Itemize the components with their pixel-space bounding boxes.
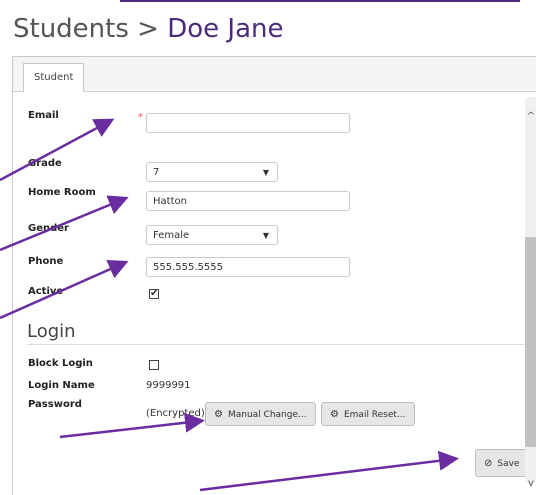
chevron-up-icon[interactable]: ^ bbox=[525, 111, 536, 122]
phone-input[interactable]: 555.555.5555 bbox=[146, 257, 350, 277]
login-name-label: Login Name bbox=[28, 380, 95, 391]
block-login-label: Block Login bbox=[28, 358, 93, 369]
grade-select[interactable]: 7 ▼ bbox=[146, 162, 278, 182]
save-button[interactable]: ⊘ Save bbox=[475, 449, 529, 477]
chevron-down-icon: ▼ bbox=[262, 168, 269, 177]
vertical-scrollbar[interactable]: ^ v bbox=[525, 97, 536, 489]
login-name-value: 9999991 bbox=[146, 380, 191, 391]
breadcrumb-separator: > bbox=[137, 14, 159, 44]
chevron-down-icon[interactable]: v bbox=[525, 478, 536, 489]
gender-select[interactable]: Female ▼ bbox=[146, 225, 278, 245]
section-divider bbox=[27, 344, 527, 345]
password-value: (Encrypted) bbox=[146, 408, 205, 419]
breadcrumb-current: Doe Jane bbox=[167, 14, 284, 44]
gender-label: Gender bbox=[28, 223, 69, 234]
header-accent-line bbox=[120, 0, 520, 2]
save-label: Save bbox=[497, 459, 520, 469]
student-form: Email * Grade 7 ▼ Home Room Hatton Gende… bbox=[13, 92, 536, 495]
block-login-checkbox[interactable] bbox=[149, 360, 159, 370]
required-indicator: * bbox=[138, 112, 143, 123]
active-checkbox[interactable]: ✔ bbox=[149, 289, 159, 299]
email-input[interactable] bbox=[146, 113, 350, 133]
page-title: Students > Doe Jane bbox=[13, 14, 284, 44]
manual-change-button[interactable]: ⚙ Manual Change... bbox=[205, 402, 316, 426]
tab-student[interactable]: Student bbox=[23, 63, 85, 92]
manual-change-label: Manual Change... bbox=[227, 410, 307, 420]
gear-icon: ⚙ bbox=[214, 409, 223, 420]
grade-select-value: 7 bbox=[153, 167, 160, 178]
chevron-down-icon: ▼ bbox=[262, 231, 269, 240]
phone-label: Phone bbox=[28, 256, 64, 267]
email-reset-button[interactable]: ⚙ Email Reset... bbox=[321, 402, 415, 426]
breadcrumb-root[interactable]: Students bbox=[13, 14, 129, 44]
home-room-input[interactable]: Hatton bbox=[146, 191, 350, 211]
password-label: Password bbox=[28, 399, 82, 410]
email-reset-label: Email Reset... bbox=[343, 410, 406, 420]
tab-strip: Student bbox=[13, 57, 536, 92]
scroll-thumb[interactable] bbox=[525, 237, 536, 447]
gear-icon: ⚙ bbox=[330, 409, 339, 420]
login-section-title: Login bbox=[27, 321, 76, 342]
active-label: Active bbox=[28, 286, 64, 297]
check-circle-icon: ⊘ bbox=[484, 458, 493, 469]
gender-select-value: Female bbox=[153, 230, 190, 241]
student-panel: Student Email * Grade 7 ▼ Home Room Hatt… bbox=[12, 56, 536, 495]
grade-label: Grade bbox=[28, 158, 62, 169]
home-room-label: Home Room bbox=[28, 187, 96, 198]
email-label: Email bbox=[28, 110, 59, 121]
